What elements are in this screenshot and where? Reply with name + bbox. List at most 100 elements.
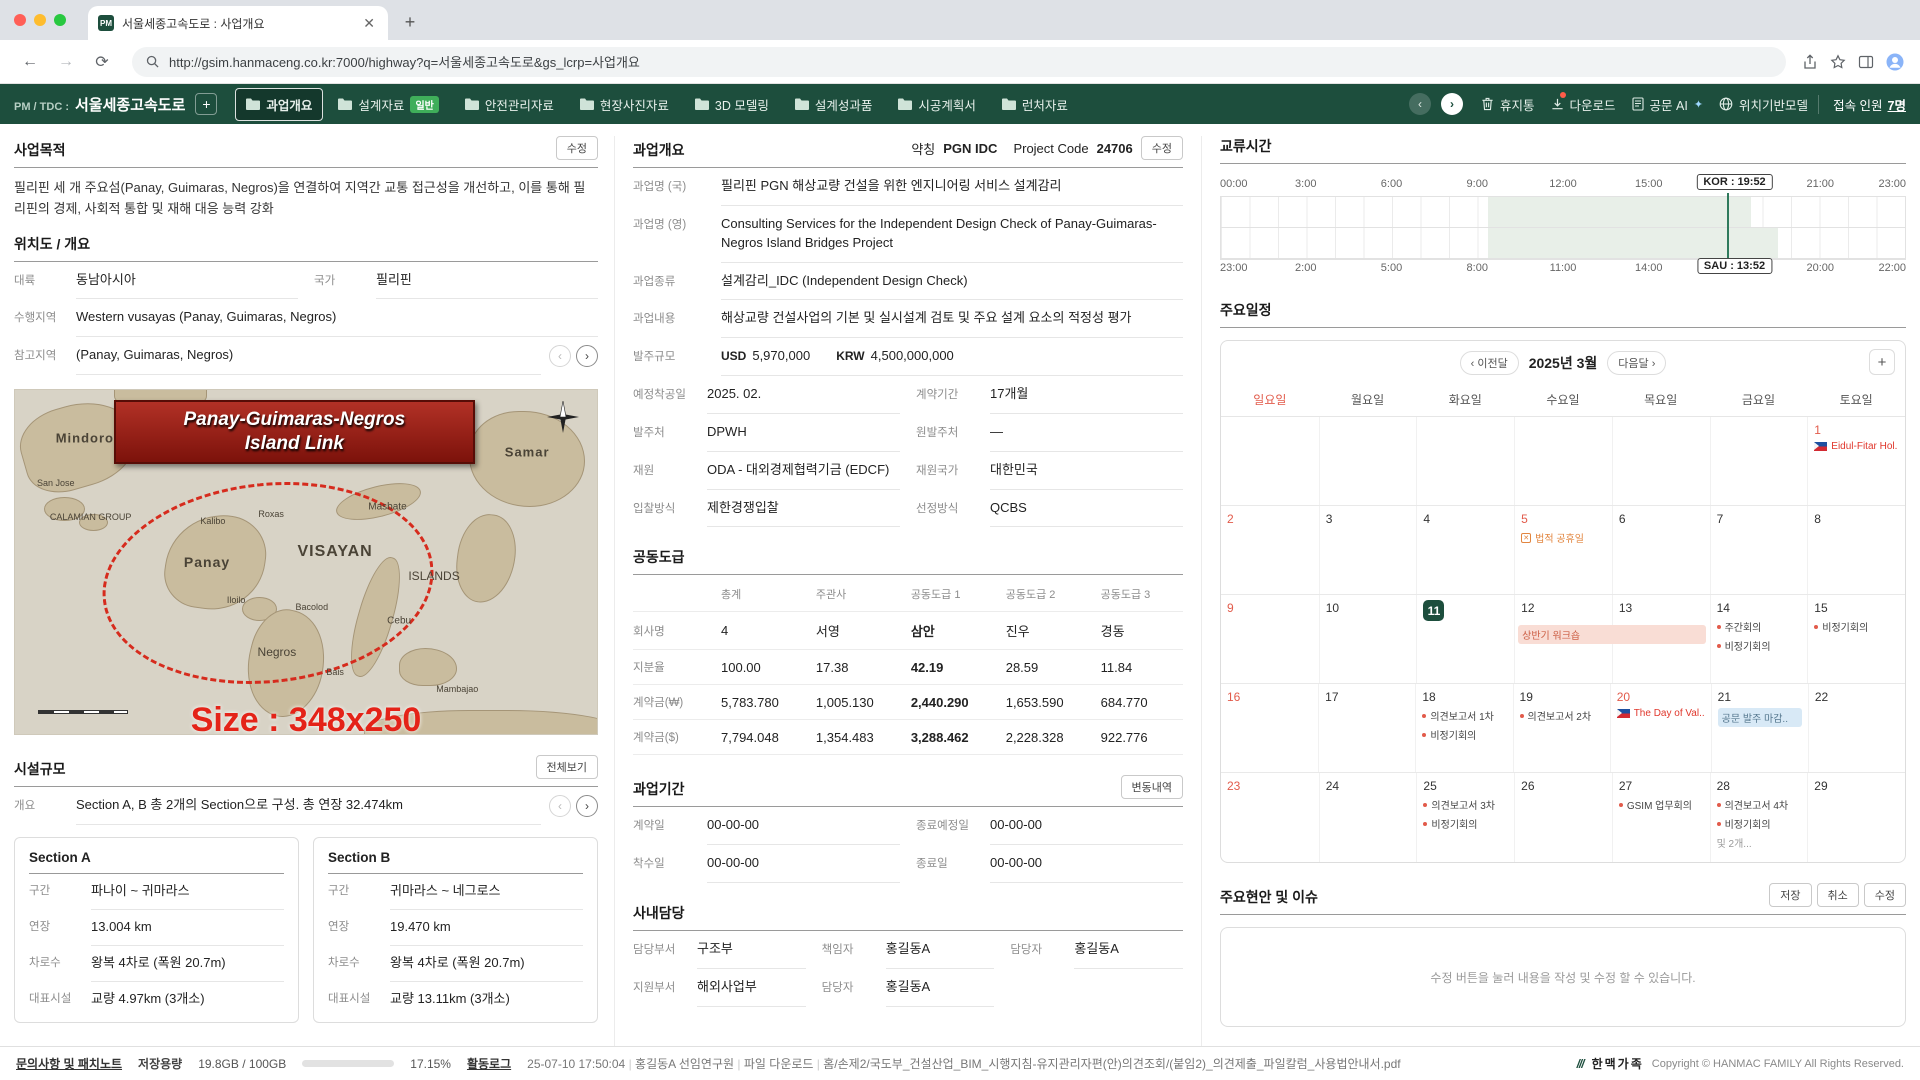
calendar-event[interactable]: 비정기회의 (1423, 816, 1508, 831)
calendar-cell[interactable]: 24 (1319, 773, 1417, 862)
calendar-cell[interactable]: 9 (1221, 595, 1319, 683)
forward-button[interactable]: → (52, 48, 80, 76)
calendar-cell[interactable]: 21공문 발주 마감.. (1711, 684, 1808, 772)
facility-next-button[interactable]: › (576, 795, 598, 817)
calendar-cell[interactable]: 26 (1514, 773, 1612, 862)
issues-content-box[interactable]: 수정 버튼을 눌러 내용을 작성 및 수정 할 수 있습니다. (1220, 927, 1906, 1027)
calendar-cell[interactable]: 27GSIM 업무회의 (1612, 773, 1710, 862)
calendar-cell[interactable]: 20The Day of Val.. (1610, 684, 1711, 772)
nav-action-3[interactable]: 공문 AI✦ (1632, 95, 1704, 114)
calendar-cell[interactable]: 23 (1221, 773, 1319, 862)
calendar-event[interactable]: ✕법적 공휴일 (1521, 530, 1606, 545)
location-map[interactable]: Panay-Guimaras-Negros Island Link Mindor… (14, 389, 598, 735)
calendar-event[interactable]: 의견보고서 2차 (1520, 708, 1604, 723)
minimize-window-icon[interactable] (34, 14, 46, 26)
tab-close-icon[interactable]: ✕ (360, 15, 378, 32)
calendar-event[interactable]: 공문 발주 마감.. (1718, 708, 1802, 727)
calendar-cell[interactable] (1514, 417, 1612, 505)
calendar-cell[interactable]: 28의견보고서 4차비정기회의및 2개... (1710, 773, 1808, 862)
calendar-event[interactable]: 의견보고서 3차 (1423, 797, 1508, 812)
calendar-cell[interactable]: 18의견보고서 1차비정기회의 (1415, 684, 1512, 772)
calendar-event[interactable]: 상반기 워크숍 (1518, 625, 1706, 644)
side-panel-icon[interactable] (1858, 54, 1874, 70)
nav-action-1[interactable]: 휴지통 (1481, 95, 1535, 114)
nav-tab-6[interactable]: 설계성과품 (784, 88, 884, 121)
calendar-cell[interactable]: 16 (1221, 684, 1318, 772)
calendar-cell[interactable]: 14주간회의비정기회의 (1710, 595, 1808, 683)
calendar-cell[interactable]: 5✕법적 공휴일 (1514, 506, 1612, 594)
calendar-next-month-button[interactable]: 다음달 › (1607, 351, 1666, 375)
calendar-event-more[interactable]: 및 2개... (1717, 835, 1802, 850)
profile-avatar[interactable] (1886, 53, 1904, 71)
nav-tab-8[interactable]: 런처자료 (991, 88, 1079, 121)
tabs-scroll-left-button[interactable]: ‹ (1409, 93, 1431, 115)
calendar-cell[interactable] (1710, 417, 1808, 505)
online-users[interactable]: 접속 인원 7명 (1818, 95, 1906, 114)
nav-action-2[interactable]: 다운로드 (1551, 95, 1616, 114)
calendar-event[interactable]: 비정기회의 (1422, 727, 1506, 742)
calendar-cell[interactable]: 4 (1416, 506, 1514, 594)
calendar-cell[interactable]: 7 (1710, 506, 1808, 594)
calendar-event[interactable]: 비정기회의 (1814, 619, 1899, 634)
calendar-cell[interactable]: 17 (1318, 684, 1415, 772)
calendar-cell[interactable]: 2 (1221, 506, 1319, 594)
calendar-cell[interactable]: 25의견보고서 3차비정기회의 (1416, 773, 1514, 862)
calendar-event[interactable]: Eidul-Fitar Hol. (1814, 441, 1899, 452)
calendar-prev-month-button[interactable]: ‹ 이전달 (1460, 351, 1519, 375)
calendar-cell[interactable]: 8 (1807, 506, 1905, 594)
calendar-cell[interactable] (1416, 417, 1514, 505)
bookmark-star-icon[interactable] (1830, 54, 1846, 70)
new-tab-button[interactable]: + (396, 8, 424, 36)
nav-tab-4[interactable]: 현장사진자료 (569, 88, 680, 121)
facility-view-all-button[interactable]: 전체보기 (536, 755, 598, 779)
calendar-cell[interactable]: 10 (1319, 595, 1417, 683)
calendar-cell[interactable]: 11 (1416, 595, 1514, 683)
nav-tab-3[interactable]: 안전관리자료 (454, 88, 565, 121)
calendar-cell[interactable] (1319, 417, 1417, 505)
facility-prev-button[interactable]: ‹ (549, 795, 571, 817)
issues-save-button[interactable]: 저장 (1769, 883, 1811, 907)
nav-action-4[interactable]: 위치기반모델 (1719, 95, 1808, 114)
share-icon[interactable] (1802, 54, 1818, 70)
calendar-event[interactable]: GSIM 업무회의 (1619, 797, 1704, 812)
calendar-cell[interactable]: 15비정기회의 (1807, 595, 1905, 683)
tabs-scroll-right-button[interactable]: › (1441, 93, 1463, 115)
add-menu-button[interactable]: + (195, 93, 217, 115)
browser-tab[interactable]: PM 서울세종고속도로 : 사업개요 ✕ (88, 6, 388, 40)
map-next-button[interactable]: › (576, 345, 598, 367)
reload-button[interactable]: ⟳ (88, 48, 116, 76)
nav-tab-1[interactable]: 과업개요 (235, 88, 323, 121)
calendar-cell[interactable] (1221, 417, 1319, 505)
calendar-event[interactable]: 비정기회의 (1717, 816, 1802, 831)
calendar-add-event-button[interactable]: + (1869, 349, 1895, 375)
maximize-window-icon[interactable] (54, 14, 66, 26)
purpose-edit-button[interactable]: 수정 (556, 136, 598, 160)
calendar-event[interactable]: 주간회의 (1717, 619, 1802, 634)
period-history-button[interactable]: 변동내역 (1121, 775, 1183, 799)
facility-row-value: 파나이 ~ 귀마라스 (91, 874, 284, 910)
support-link[interactable]: 문의사항 및 패치노트 (16, 1055, 122, 1072)
calendar-cell[interactable] (1612, 417, 1710, 505)
activity-log-link[interactable]: 활동로그 (467, 1055, 511, 1072)
nav-tab-5[interactable]: 3D 모델링 (684, 88, 780, 121)
nav-tab-7[interactable]: 시공계획서 (887, 88, 987, 121)
issues-cancel-button[interactable]: 취소 (1817, 883, 1859, 907)
back-button[interactable]: ← (16, 48, 44, 76)
calendar-event[interactable]: 의견보고서 4차 (1717, 797, 1802, 812)
calendar-cell[interactable]: 19의견보고서 2차 (1513, 684, 1610, 772)
calendar-event[interactable]: The Day of Val.. (1617, 708, 1705, 719)
task-edit-button[interactable]: 수정 (1141, 136, 1183, 160)
calendar-cell[interactable]: 22 (1808, 684, 1905, 772)
calendar-cell[interactable]: 1Eidul-Fitar Hol. (1807, 417, 1905, 505)
calendar-cell[interactable]: 6 (1612, 506, 1710, 594)
calendar-event[interactable]: 비정기회의 (1717, 638, 1802, 653)
calendar-event[interactable]: 의견보고서 1차 (1422, 708, 1506, 723)
calendar-cell[interactable]: 3 (1319, 506, 1417, 594)
map-prev-button[interactable]: ‹ (549, 345, 571, 367)
issues-edit-button[interactable]: 수정 (1864, 883, 1906, 907)
url-bar[interactable]: http://gsim.hanmaceng.co.kr:7000/highway… (132, 47, 1786, 77)
close-window-icon[interactable] (14, 14, 26, 26)
nav-tab-2[interactable]: 설계자료일반 (327, 88, 449, 121)
calendar-cell[interactable]: 29 (1807, 773, 1905, 862)
calendar-cell[interactable]: 12상반기 워크숍 (1514, 595, 1612, 683)
